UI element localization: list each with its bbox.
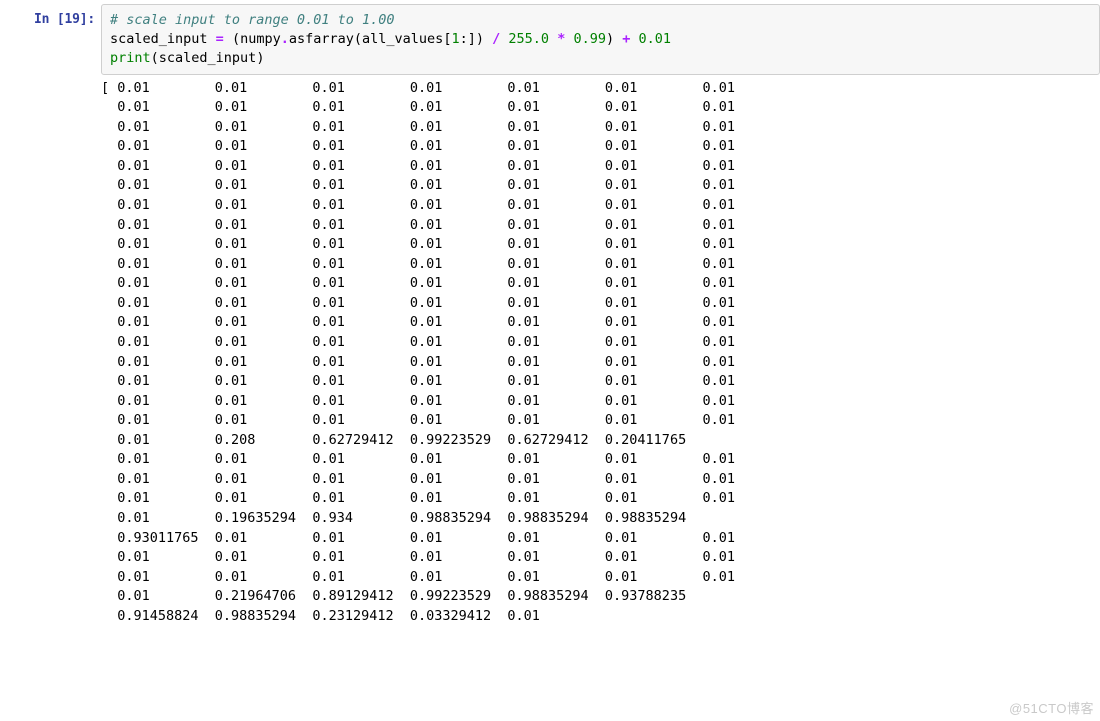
code-paren: ( bbox=[232, 31, 240, 47]
watermark-text: @51CTO博客 bbox=[1009, 698, 1094, 717]
code-sp bbox=[630, 31, 638, 47]
code-paren: ( bbox=[354, 31, 362, 47]
code-num: 0.99 bbox=[573, 31, 606, 47]
code-colon: : bbox=[460, 31, 468, 47]
code-dot: . bbox=[281, 31, 289, 47]
code-paren: ( bbox=[151, 50, 159, 66]
execution-count: 19 bbox=[64, 12, 79, 27]
code-arg: scaled_input bbox=[159, 50, 257, 66]
input-prompt: In [19]: bbox=[0, 4, 101, 27]
code-eq: = bbox=[208, 31, 232, 47]
code-comment: # scale input to range 0.01 to 1.00 bbox=[110, 12, 394, 28]
code-numpy: numpy bbox=[240, 31, 281, 47]
code-asfarray: asfarray bbox=[289, 31, 354, 47]
code-num: 0.01 bbox=[639, 31, 672, 47]
code-paren: ) bbox=[606, 31, 622, 47]
code-num: 255.0 bbox=[508, 31, 549, 47]
cell-output: [ 0.01 0.01 0.01 0.01 0.01 0.01 0.01 0.0… bbox=[101, 75, 1100, 627]
prompt-suffix: ]: bbox=[80, 12, 95, 27]
code-var: scaled_input bbox=[110, 31, 208, 47]
code-allvalues: all_values bbox=[362, 31, 443, 47]
code-bracket: ]) bbox=[468, 31, 492, 47]
notebook-cell: In [19]: # scale input to range 0.01 to … bbox=[0, 0, 1100, 626]
cell-body: # scale input to range 0.01 to 1.00 scal… bbox=[101, 4, 1100, 626]
code-paren: ) bbox=[256, 50, 264, 66]
code-sp bbox=[549, 31, 557, 47]
code-num: 1 bbox=[451, 31, 459, 47]
code-print: print bbox=[110, 50, 151, 66]
prompt-prefix: In [ bbox=[34, 12, 65, 27]
code-input[interactable]: # scale input to range 0.01 to 1.00 scal… bbox=[101, 4, 1100, 75]
